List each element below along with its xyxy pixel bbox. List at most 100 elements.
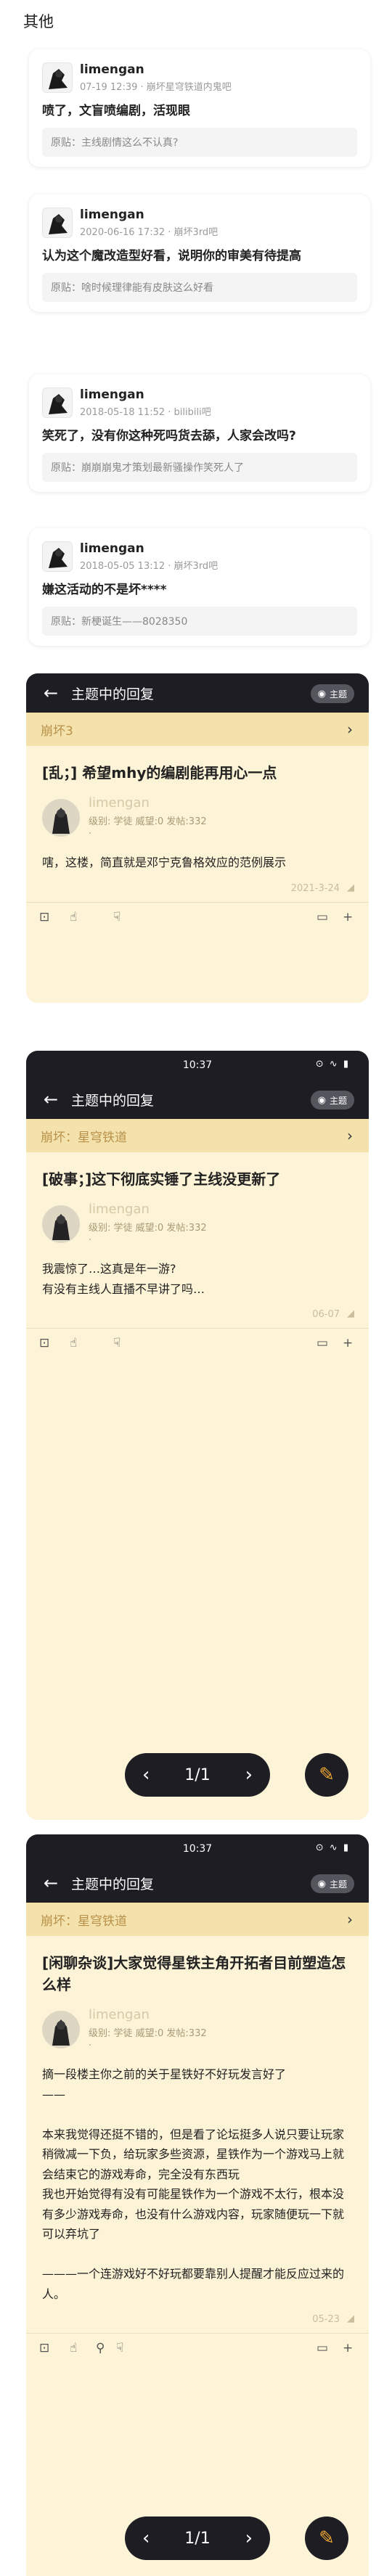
reply-text: 喷了，文盲喷编剧，活现眼 [42, 104, 190, 118]
author-info: limengan 级别: 学徒 威望:0 发帖:332 · [26, 1995, 369, 2051]
like-icon[interactable]: ☝ [70, 2341, 77, 2355]
topic-badge[interactable]: ◉ 主题 [310, 1874, 354, 1893]
reply-username[interactable]: limengan [80, 208, 218, 222]
topic-badge[interactable]: ◉ 主题 [310, 1091, 354, 1109]
forum-link[interactable]: 崩坏：星穹铁道 › [26, 1119, 369, 1152]
author-info: limengan 级别: 学徒 威望:0 发帖:332 · [26, 1190, 369, 1246]
dislike-icon[interactable]: ☟ [116, 2341, 123, 2355]
app-screenshot: 10:37 ⊙ ∿ ▮ ← 主题中的回复 ◉ 主题 崩坏：星穹铁道 › [闲聊杂谈… [26, 1834, 369, 2576]
author-avatar[interactable] [42, 1205, 80, 1243]
original-post-quote[interactable]: 原贴：崩崩崩鬼才策划最新骚操作笑死人了 [42, 453, 357, 483]
next-page-icon[interactable]: › [245, 1764, 253, 1786]
reply-username[interactable]: limengan [80, 541, 218, 556]
pagination-control[interactable]: ‹ 1/1 › [125, 1753, 270, 1797]
avatar[interactable] [42, 208, 73, 238]
author-stats: 级别: 学徒 威望:0 发帖:332 [89, 1223, 207, 1234]
dislike-icon[interactable]: ☟ [113, 1336, 121, 1350]
eye-icon: ◉ [317, 1094, 326, 1106]
compose-button[interactable]: ✎ [305, 2516, 348, 2560]
author-info: limengan 级别: 学徒 威望:0 发帖:332 · [26, 784, 369, 840]
next-page-icon[interactable]: › [245, 2527, 253, 2549]
page-indicator[interactable]: 1/1 [184, 1766, 210, 1784]
comment-icon[interactable]: ▭ [317, 1336, 328, 1350]
author-name[interactable]: limengan [89, 795, 207, 811]
badge-label: 主题 [329, 689, 347, 700]
app-header: ← 主题中的回复 ◉ 主题 [26, 1863, 369, 1903]
quote-label: 原贴： [51, 282, 81, 295]
thread-title[interactable]: [闲聊杂谈]大家觉得星铁主角开拓者目前塑造怎么样 [26, 1936, 369, 1995]
comment-icon[interactable]: ▭ [317, 910, 328, 924]
reply-card[interactable]: limengan 2018-05-18 11:52 · bilibili吧 笑死… [29, 374, 370, 493]
forum-link[interactable]: 崩坏3 › [26, 713, 369, 746]
thread-title[interactable]: [乱；] 希望mhy的编剧能再用心一点 [26, 746, 369, 784]
more-icon[interactable]: + [343, 2341, 353, 2355]
app-header: ← 主题中的回复 ◉ 主题 [26, 1080, 369, 1119]
more-icon[interactable]: + [343, 1336, 353, 1350]
forum-link[interactable]: 崩坏：星穹铁道 › [26, 1903, 369, 1936]
back-arrow-icon[interactable]: ← [36, 1873, 65, 1893]
author-dot: · [89, 1235, 92, 1246]
more-icon[interactable]: + [343, 910, 353, 924]
quote-text: 主线剧情这么不认真? [81, 137, 179, 149]
like-icon[interactable]: ☝ [70, 910, 77, 924]
reply-text: 认为这个魔改造型好看，说明你的审美有待提高 [42, 249, 301, 263]
chevron-right-icon: › [347, 721, 353, 738]
gift-icon[interactable]: ⊡ [39, 910, 49, 924]
thread-title[interactable]: [破事；]这下彻底实锤了主线没更新了 [26, 1152, 369, 1190]
original-post-quote[interactable]: 原贴：主线剧情这么不认真? [42, 128, 357, 157]
gift-icon[interactable]: ⊡ [39, 2341, 49, 2355]
post-date: 06-07 [312, 1309, 340, 1321]
quote-label: 原贴： [51, 137, 81, 149]
like-icon[interactable]: ☝ [70, 1336, 77, 1350]
back-arrow-icon[interactable]: ← [36, 683, 65, 703]
comment-icon[interactable]: ▭ [317, 2341, 328, 2355]
pagination-control[interactable]: ‹ 1/1 › [125, 2516, 270, 2560]
reply-text: 嫌这活动的不是坏**** [42, 583, 167, 597]
original-post-quote[interactable]: 原贴：新梗诞生——8028350 [42, 607, 357, 636]
author-name[interactable]: limengan [89, 1202, 207, 1217]
quote-label: 原贴： [51, 616, 81, 628]
post-body: 摘一段楼主你之前的关于星铁好不好玩发言好了 —— 本来我觉得还挺不错的，但是看了… [42, 2067, 345, 2301]
reply-meta: 2020-06-16 17:32 · 崩坏3rd吧 [80, 227, 219, 238]
author-avatar[interactable] [42, 2010, 80, 2048]
section-title: 其他 [23, 13, 54, 30]
dislike-icon[interactable]: ☟ [113, 910, 121, 924]
avatar[interactable] [42, 62, 73, 93]
back-arrow-icon[interactable]: ← [36, 1089, 65, 1109]
forum-name: 崩坏3 [41, 723, 73, 739]
post-date: 05-23 [312, 2314, 340, 2326]
reply-card[interactable]: limengan 07-19 12:39 · 崩坏星穹铁道内鬼吧 喷了，文盲喷编… [29, 49, 370, 168]
location-icon[interactable]: ⚲ [96, 2341, 105, 2355]
original-post-quote[interactable]: 原贴：啥时候理律能有皮肤这么好看 [42, 273, 357, 303]
post-body: 嗐，这楼，简直就是邓宁克鲁格效应的范例展示 [42, 856, 287, 869]
quote-label: 原贴： [51, 462, 81, 475]
author-avatar[interactable] [42, 798, 80, 837]
reply-card[interactable]: limengan 2018-05-05 13:12 · 崩坏3rd吧 嫌这活动的… [29, 528, 370, 647]
header-title: 主题中的回复 [71, 1092, 155, 1109]
badge-label: 主题 [329, 1095, 347, 1106]
app-header: ← 主题中的回复 ◉ 主题 [26, 673, 369, 713]
badge-label: 主题 [329, 1879, 347, 1890]
prev-page-icon[interactable]: ‹ [142, 2527, 150, 2549]
author-dot: · [89, 2040, 92, 2051]
avatar[interactable] [42, 387, 73, 418]
post-body: 我震惊了…这真是年一游? 有没有主线人直播不早讲了吗… [42, 1262, 205, 1296]
reply-username[interactable]: limengan [80, 62, 232, 77]
avatar[interactable] [42, 541, 73, 572]
topic-badge[interactable]: ◉ 主题 [310, 684, 354, 703]
compose-button[interactable]: ✎ [305, 1753, 348, 1797]
signal-icon: ◢ [347, 882, 354, 893]
author-name[interactable]: limengan [89, 2007, 207, 2022]
reply-username[interactable]: limengan [80, 387, 211, 402]
gift-icon[interactable]: ⊡ [39, 1336, 49, 1350]
reply-card[interactable]: limengan 2020-06-16 17:32 · 崩坏3rd吧 认为这个魔… [29, 194, 370, 313]
page-indicator[interactable]: 1/1 [184, 2530, 210, 2548]
signal-icon: ◢ [347, 2313, 354, 2325]
chevron-right-icon: › [347, 1127, 353, 1144]
reply-text: 笑死了，没有你这种死吗货去舔，人家会改吗? [42, 429, 296, 443]
quote-text: 崩崩崩鬼才策划最新骚操作笑死人了 [81, 462, 244, 475]
action-bar: ⊡ ☝ ☟ ▭ + [26, 1328, 369, 1360]
prev-page-icon[interactable]: ‹ [142, 1764, 150, 1786]
eye-icon: ◉ [317, 688, 326, 700]
reply-meta: 2018-05-05 13:12 · 崩坏3rd吧 [80, 561, 219, 572]
